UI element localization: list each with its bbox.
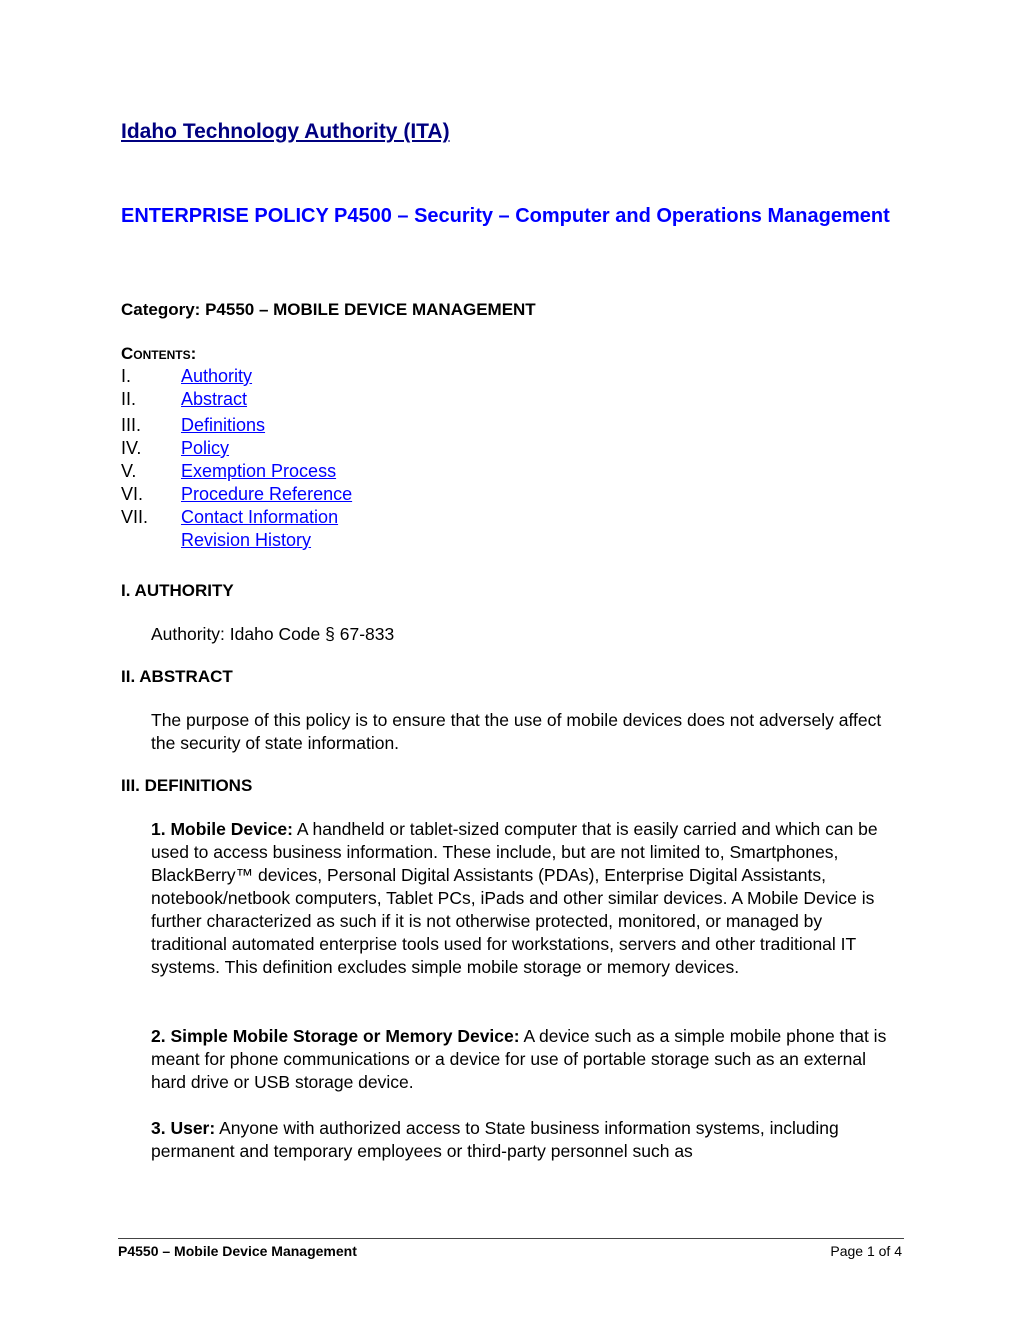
footer-divider — [118, 1238, 904, 1239]
toc-number: IV. — [121, 438, 142, 458]
definition-text: Anyone with authorized access to State b… — [151, 1118, 839, 1161]
definition-item: 1. Mobile Device: A handheld or tablet-s… — [151, 818, 896, 979]
toc-link-policy[interactable]: Policy — [181, 438, 229, 459]
abstract-text: The purpose of this policy is to ensure … — [151, 710, 882, 753]
section-heading-abstract: II. ABSTRACT — [121, 667, 233, 686]
toc-number: VII. — [121, 507, 149, 527]
toc-link-definitions[interactable]: Definitions — [181, 415, 265, 436]
section-heading-definitions: III. DEFINITIONS — [121, 776, 253, 795]
toc-number: V. — [121, 461, 137, 481]
definition-item: 2. Simple Mobile Storage or Memory Devic… — [151, 1025, 896, 1094]
toc-link-exemption-process[interactable]: Exemption Process — [181, 461, 336, 482]
footer-document-title: P4550 – Mobile Device Management — [118, 1243, 357, 1259]
footer-page-number: Page 1 of 4 — [830, 1243, 902, 1259]
category-heading: Category: P4550 – MOBILE DEVICE MANAGEME… — [121, 300, 536, 319]
authority-text: Authority: Idaho Code § 67-833 — [151, 624, 395, 644]
definition-term: 1. Mobile Device: — [151, 819, 293, 839]
definition-text: A handheld or tablet-sized computer that… — [151, 819, 878, 977]
section-heading-authority: I. AUTHORITY — [121, 581, 234, 600]
toc-link-contact-information[interactable]: Contact Information — [181, 507, 338, 528]
definition-item: 3. User: Anyone with authorized access t… — [151, 1117, 896, 1163]
definition-term: 3. User: — [151, 1118, 216, 1138]
policy-title: ENTERPRISE POLICY P4500 – Security – Com… — [121, 205, 890, 227]
contents-label: Contents: — [121, 344, 197, 363]
toc-number: I. — [121, 366, 132, 386]
toc-link-abstract[interactable]: Abstract — [181, 389, 247, 410]
toc-link-authority[interactable]: Authority — [181, 366, 252, 387]
toc-number: II. — [121, 389, 137, 409]
toc-link-revision-history[interactable]: Revision History — [181, 530, 311, 551]
toc-number: III. — [121, 415, 142, 435]
org-title: Idaho Technology Authority (ITA) — [121, 120, 450, 143]
toc-number: VI. — [121, 484, 144, 504]
definition-term: 2. Simple Mobile Storage or Memory Devic… — [151, 1026, 520, 1046]
toc-link-procedure-reference[interactable]: Procedure Reference — [181, 484, 352, 505]
